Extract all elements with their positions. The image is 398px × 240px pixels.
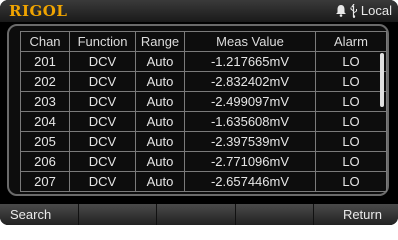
meas-value-cell: -2.832402mV	[184, 71, 316, 92]
alarm-cell: LO	[315, 171, 387, 192]
range-cell: Auto	[135, 111, 185, 132]
function-cell: DCV	[69, 71, 136, 92]
chan-cell: 201	[20, 51, 70, 72]
col-chan-header: Chan	[20, 31, 70, 52]
alarm-cell: LO	[315, 51, 387, 72]
softkey-2[interactable]	[79, 204, 158, 225]
table-header-row: Chan Function Range Meas Value Alarm	[20, 31, 387, 52]
function-cell: DCV	[69, 91, 136, 112]
chan-cell: 203	[20, 91, 70, 112]
function-cell: DCV	[69, 151, 136, 172]
table-row[interactable]: 207 DCV Auto -2.657446mV LO	[20, 171, 387, 192]
col-range-header: Range	[135, 31, 185, 52]
search-softkey[interactable]: Search	[0, 204, 79, 225]
meas-value-cell: -1.217665mV	[184, 51, 316, 72]
instrument-screen: RIGOL Local Chan Function Range Meas Val…	[0, 0, 398, 225]
bell-icon	[335, 4, 347, 17]
title-bar: RIGOL Local	[0, 0, 398, 22]
table-row[interactable]: 203 DCV Auto -2.499097mV LO	[20, 91, 387, 112]
meas-value-cell: -2.771096mV	[184, 151, 316, 172]
range-cell: Auto	[135, 171, 185, 192]
remote-status-label: Local	[360, 3, 392, 18]
meas-value-cell: -2.397539mV	[184, 131, 316, 152]
scan-list-panel: Chan Function Range Meas Value Alarm 201…	[7, 24, 389, 196]
range-cell: Auto	[135, 51, 185, 72]
table-row[interactable]: 201 DCV Auto -1.217665mV LO	[20, 51, 387, 72]
softkey-4[interactable]	[236, 204, 315, 225]
status-area: Local	[335, 3, 392, 18]
range-cell: Auto	[135, 131, 185, 152]
function-cell: DCV	[69, 131, 136, 152]
usb-icon	[350, 3, 358, 18]
function-cell: DCV	[69, 111, 136, 132]
table-row[interactable]: 205 DCV Auto -2.397539mV LO	[20, 131, 387, 152]
meas-value-cell: -2.499097mV	[184, 91, 316, 112]
rigol-logo: RIGOL	[9, 2, 68, 20]
measurement-table: Chan Function Range Meas Value Alarm 201…	[20, 31, 387, 192]
alarm-cell: LO	[315, 111, 387, 132]
alarm-cell: LO	[315, 71, 387, 92]
alarm-cell: LO	[315, 151, 387, 172]
chan-cell: 204	[20, 111, 70, 132]
range-cell: Auto	[135, 91, 185, 112]
col-alarm-header: Alarm	[315, 31, 387, 52]
table-scrollbar[interactable]	[380, 53, 384, 107]
alarm-cell: LO	[315, 91, 387, 112]
chan-cell: 206	[20, 151, 70, 172]
range-cell: Auto	[135, 151, 185, 172]
return-softkey[interactable]: Return	[314, 204, 398, 225]
chan-cell: 202	[20, 71, 70, 92]
meas-value-cell: -1.635608mV	[184, 111, 316, 132]
table-row[interactable]: 202 DCV Auto -2.832402mV LO	[20, 71, 387, 92]
meas-value-cell: -2.657446mV	[184, 171, 316, 192]
softkey-bar: Search Return	[0, 204, 398, 225]
table-row[interactable]: 204 DCV Auto -1.635608mV LO	[20, 111, 387, 132]
chan-cell: 205	[20, 131, 70, 152]
alarm-cell: LO	[315, 131, 387, 152]
range-cell: Auto	[135, 71, 185, 92]
col-meas-value-header: Meas Value	[184, 31, 316, 52]
chan-cell: 207	[20, 171, 70, 192]
table-row[interactable]: 206 DCV Auto -2.771096mV LO	[20, 151, 387, 172]
softkey-3[interactable]	[157, 204, 236, 225]
col-function-header: Function	[69, 31, 136, 52]
function-cell: DCV	[69, 51, 136, 72]
function-cell: DCV	[69, 171, 136, 192]
